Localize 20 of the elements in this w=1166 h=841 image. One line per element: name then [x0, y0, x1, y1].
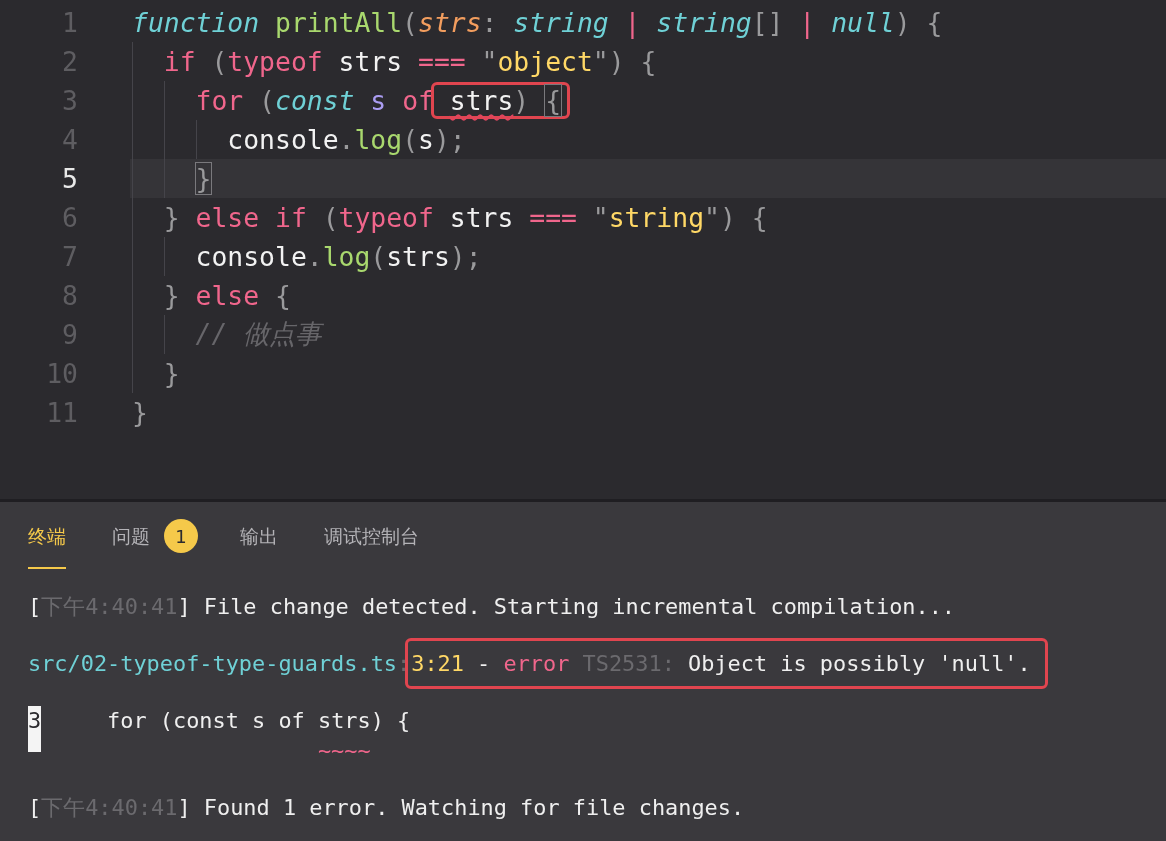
error-highlight: strs) { [430, 82, 571, 119]
code-text: function printAll(strs: string | string[] | null) { [132, 7, 943, 38]
code-text: } [194, 163, 212, 194]
code-text: console.log(s); [226, 124, 466, 155]
panel-tab[interactable]: 输出 [240, 503, 278, 569]
code-text: if (typeof strs === "object") { [162, 46, 657, 77]
code-text: } else { [162, 280, 291, 311]
line-number: 3 [28, 706, 42, 752]
panel-tab[interactable]: 终端 [28, 503, 66, 569]
panel-tab[interactable]: 问题 [112, 503, 150, 569]
line-number: 5 [61, 163, 78, 194]
code-text: } [162, 358, 180, 389]
terminal-text: ~~~~ [316, 738, 371, 763]
code-text: } else if (typeof strs === "string") { [162, 202, 768, 233]
terminal-text: for (const s of strs) { [106, 708, 411, 733]
panel-tab[interactable]: 调试控制台 [324, 503, 419, 569]
code-text: } [132, 397, 148, 428]
code-text: console.log(strs); [194, 241, 482, 272]
code-text: // 做点事 [194, 317, 322, 351]
problem-count-badge: 1 [164, 519, 198, 553]
